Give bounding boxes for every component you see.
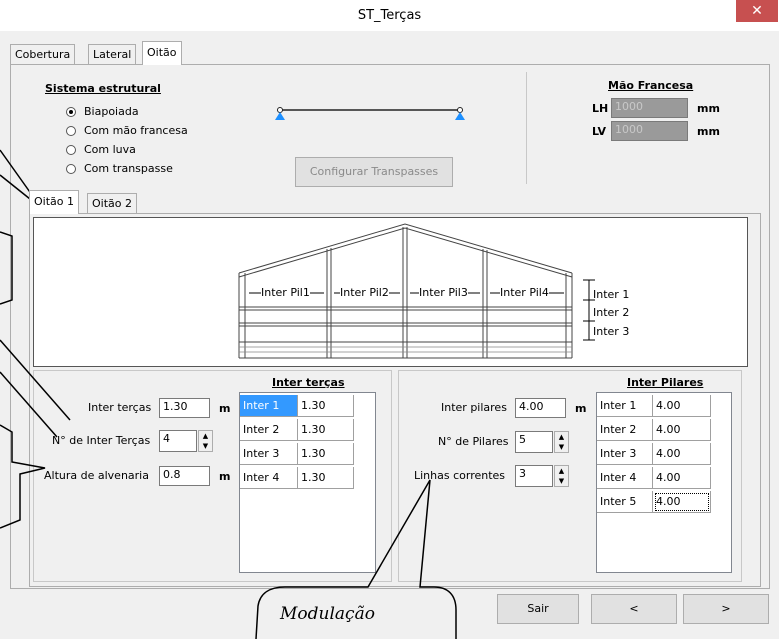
- beam-diagram: [275, 107, 465, 120]
- num-tercas-spinner[interactable]: ▲ ▼: [198, 430, 213, 452]
- alvenaria-label: Altura de alvenaria: [44, 469, 149, 482]
- num-pilares-input[interactable]: 5: [515, 431, 553, 453]
- radio-label-luva: Com luva: [84, 143, 136, 156]
- inter-pil4-label: Inter Pil4: [500, 286, 549, 299]
- inter-pil1-label: Inter Pil1: [261, 286, 310, 299]
- inter-tercas-input[interactable]: 1.30: [159, 398, 210, 418]
- next-button[interactable]: >: [683, 594, 769, 624]
- radio-luva[interactable]: [66, 145, 76, 155]
- pilares-row-label[interactable]: Inter 2: [597, 419, 653, 441]
- sair-button[interactable]: Sair: [497, 594, 579, 624]
- num-pilares-label: N° de Pilares: [438, 435, 509, 448]
- inter-pilares-unit: m: [575, 402, 587, 415]
- pilares-grid-title: Inter Pilares: [627, 376, 704, 389]
- lh-input[interactable]: 1000: [611, 98, 688, 118]
- oitao-elevation-drawing: [238, 223, 595, 359]
- tercas-row-label[interactable]: Inter 4: [240, 467, 298, 489]
- inter-tercas-label: Inter terças: [88, 401, 152, 414]
- inter-pil3-label: Inter Pil3: [419, 286, 468, 299]
- radio-label-transpasse: Com transpasse: [84, 162, 173, 175]
- drawing-canvas: Inter Pil1 Inter Pil2 Inter Pil3 Inter P…: [33, 217, 748, 367]
- inter-pilares-label: Inter pilares: [441, 401, 507, 414]
- tab-oitao[interactable]: Oitão: [142, 41, 182, 65]
- tercas-row-label[interactable]: Inter 3: [240, 443, 298, 465]
- modulacao-callout-text: Modulação: [280, 604, 375, 624]
- pilares-row-label[interactable]: Inter 1: [597, 395, 653, 417]
- tab-lateral[interactable]: Lateral: [88, 44, 137, 65]
- pilares-row-label[interactable]: Inter 5: [597, 491, 653, 513]
- tercas-row-value[interactable]: 1.30: [298, 395, 354, 417]
- linhas-correntes-input[interactable]: 3: [515, 465, 553, 487]
- lv-unit: mm: [697, 125, 720, 138]
- inter-pilares-input[interactable]: 4.00: [515, 398, 566, 418]
- radio-label-biapoiada: Biapoiada: [84, 105, 139, 118]
- mao-francesa-heading: Mão Francesa: [608, 79, 694, 92]
- pilares-grid[interactable]: Inter 1 4.00 Inter 2 4.00 Inter 3 4.00 I…: [596, 392, 732, 573]
- radio-label-mao-francesa: Com mão francesa: [84, 124, 188, 137]
- linhas-correntes-label: Linhas correntes: [414, 469, 506, 482]
- num-pilares-spinner[interactable]: ▲ ▼: [554, 431, 569, 453]
- support-left-icon: [275, 112, 285, 120]
- tab-oitao-1[interactable]: Oitão 1: [29, 190, 79, 214]
- pilares-row-label[interactable]: Inter 4: [597, 467, 653, 489]
- lv-input[interactable]: 1000: [611, 121, 688, 141]
- support-right-icon: [455, 112, 465, 120]
- close-button[interactable]: ✕: [736, 0, 778, 22]
- radio-transpasse[interactable]: [66, 164, 76, 174]
- num-tercas-label: N° de Inter Terças: [52, 434, 151, 447]
- radio-mao-francesa[interactable]: [66, 126, 76, 136]
- title-bar: ST_Terças ✕: [0, 0, 779, 32]
- pilares-row-value[interactable]: 4.00: [653, 467, 711, 489]
- inter-2-label: Inter 2: [593, 306, 630, 319]
- inter-1-label: Inter 1: [593, 288, 630, 301]
- tab-oitao-2[interactable]: Oitão 2: [87, 193, 137, 214]
- tercas-row-value[interactable]: 1.30: [298, 443, 354, 465]
- tercas-row-label[interactable]: Inter 1: [240, 395, 298, 417]
- lh-label: LH: [592, 102, 609, 115]
- lh-unit: mm: [697, 102, 720, 115]
- inter-3-label: Inter 3: [593, 325, 630, 338]
- pilares-row-value[interactable]: 4.00: [653, 395, 711, 417]
- inter-tercas-unit: m: [219, 402, 231, 415]
- alvenaria-unit: m: [219, 470, 231, 483]
- tab-cobertura[interactable]: Cobertura: [10, 44, 76, 65]
- vertical-divider: [526, 72, 527, 184]
- pilares-row-value[interactable]: 4.00: [653, 443, 711, 465]
- window-title: ST_Terças: [357, 8, 422, 23]
- inter-pil2-label: Inter Pil2: [340, 286, 389, 299]
- pilares-row-value[interactable]: 4.00: [653, 491, 711, 513]
- alvenaria-input[interactable]: 0.8: [159, 466, 210, 486]
- close-icon: ✕: [751, 3, 763, 19]
- tercas-row-value[interactable]: 1.30: [298, 419, 354, 441]
- tercas-grid-title: Inter terças: [272, 376, 345, 389]
- configurar-transpasses-button[interactable]: Configurar Transpasses: [295, 157, 453, 187]
- tercas-row-value[interactable]: 1.30: [298, 467, 354, 489]
- linhas-correntes-spinner[interactable]: ▲ ▼: [554, 465, 569, 487]
- pilares-row-label[interactable]: Inter 3: [597, 443, 653, 465]
- lv-label: LV: [592, 125, 607, 138]
- pilares-row-value[interactable]: 4.00: [653, 419, 711, 441]
- tercas-row-label[interactable]: Inter 2: [240, 419, 298, 441]
- prev-button[interactable]: <: [591, 594, 677, 624]
- radio-biapoiada[interactable]: [66, 107, 76, 117]
- structural-heading: Sistema estrutural: [45, 82, 161, 95]
- tercas-grid[interactable]: Inter 1 1.30 Inter 2 1.30 Inter 3 1.30 I…: [239, 392, 376, 573]
- num-tercas-input[interactable]: 4: [159, 430, 197, 452]
